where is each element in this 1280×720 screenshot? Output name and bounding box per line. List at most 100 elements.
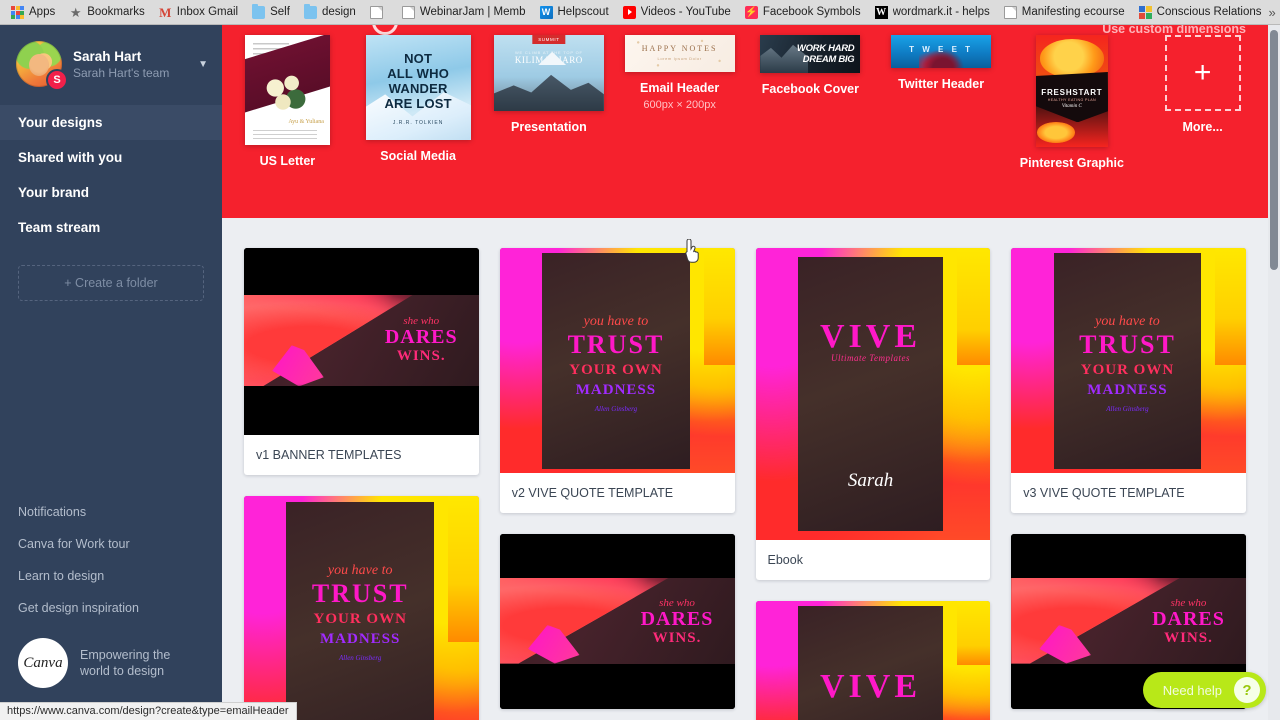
design-card-title: Ebook bbox=[767, 553, 803, 567]
sidebar-item-canva-for-work-tour[interactable]: Canva for Work tour bbox=[0, 528, 222, 560]
bookmark-videos-youtube[interactable]: Videos - YouTube bbox=[616, 2, 738, 23]
template-thumbnail: FRESHSTART HEALTHY EATING PLAN Vitamin C bbox=[1035, 35, 1108, 147]
art-yellow-bar bbox=[448, 496, 479, 642]
thumb-title: HAPPY NOTES bbox=[641, 44, 718, 53]
bookmark-design[interactable]: design bbox=[297, 2, 363, 23]
thumb-flower bbox=[260, 68, 312, 118]
designs-column-3: VIVE Ultimate Templates Sarah Ebook VIVE bbox=[755, 248, 991, 720]
user-team-name: Sarah Hart's team bbox=[73, 65, 170, 80]
thumb-slice bbox=[1037, 122, 1075, 143]
sidebar-nav: Your designs Shared with you Your brand … bbox=[0, 105, 222, 245]
bookmarks-overflow-button[interactable]: » bbox=[1269, 5, 1280, 20]
bookmark-apps[interactable]: Apps bbox=[4, 2, 62, 23]
sidebar-item-your-designs[interactable]: Your designs bbox=[0, 105, 222, 140]
canva-tagline-line2: world to design bbox=[80, 664, 165, 678]
design-thumbnail: she who DARES WINS. bbox=[499, 534, 735, 709]
bookmark-helpscout[interactable]: W Helpscout bbox=[533, 2, 616, 23]
page-scrollbar[interactable] bbox=[1268, 25, 1280, 720]
template-list: Ayu & Yuliana US Letter NOT ALL WHO WAND… bbox=[222, 35, 1268, 215]
template-label: US Letter bbox=[259, 154, 316, 168]
design-thumbnail: you have to TRUST YOUR OWN MADNESS Allen… bbox=[244, 496, 479, 720]
template-facebook-cover[interactable]: WORK HARD DREAM BIG Facebook Cover bbox=[745, 35, 876, 215]
thumb-title: Ayu & Yuliana bbox=[288, 119, 324, 125]
art-line2: TRUST bbox=[567, 329, 665, 359]
thumb-line1: WORK HARD bbox=[796, 43, 855, 54]
apps-grid-icon bbox=[11, 5, 24, 19]
template-social-media[interactable]: NOT ALL WHO WANDER ARE LOST J.R.R. TOLKI… bbox=[353, 35, 484, 215]
thumb-text: T W E E T bbox=[909, 45, 974, 54]
bookmark-label: design bbox=[321, 6, 356, 18]
canva-logo: Canva bbox=[18, 638, 68, 688]
folder-icon bbox=[303, 3, 317, 19]
sidebar-item-notifications[interactable]: Notifications bbox=[0, 496, 222, 528]
template-label: Social Media bbox=[380, 149, 456, 163]
template-twitter-header[interactable]: T W E E T Twitter Header bbox=[876, 35, 1007, 215]
art-line2: TRUST bbox=[311, 578, 409, 608]
need-help-label: Need help bbox=[1162, 682, 1222, 698]
template-pinterest-graphic[interactable]: FRESHSTART HEALTHY EATING PLAN Vitamin C… bbox=[1007, 35, 1138, 215]
bookmark-label: Bookmarks bbox=[87, 6, 145, 18]
youtube-icon bbox=[622, 5, 636, 19]
page-icon bbox=[369, 5, 383, 19]
design-card-ebook-partial-2[interactable]: VIVE bbox=[755, 601, 991, 720]
art-title: VIVE bbox=[820, 318, 922, 356]
bookmark-label: WebinarJam | Memb bbox=[419, 6, 526, 18]
art-line3: YOUR OWN bbox=[569, 361, 663, 378]
template-more[interactable]: + More... bbox=[1137, 35, 1268, 215]
bookmark-inbox-gmail[interactable]: M Inbox Gmail bbox=[152, 2, 245, 23]
design-card-quote-partial-1[interactable]: you have to TRUST YOUR OWN MADNESS Allen… bbox=[244, 496, 479, 720]
template-us-letter[interactable]: Ayu & Yuliana US Letter bbox=[222, 35, 353, 215]
scrollbar-thumb[interactable] bbox=[1270, 30, 1278, 270]
chevron-down-icon[interactable]: ▼ bbox=[194, 59, 208, 70]
user-meta: Sarah Hart Sarah Hart's team bbox=[73, 48, 183, 81]
thumb-mountain bbox=[493, 74, 604, 111]
template-thumbnail: WORK HARD DREAM BIG bbox=[760, 35, 861, 73]
bookmark-manifesting-ecourse[interactable]: Manifesting ecourse bbox=[997, 2, 1132, 23]
design-card-ebook[interactable]: VIVE Ultimate Templates Sarah Ebook bbox=[755, 248, 991, 580]
need-help-button[interactable]: Need help ? bbox=[1142, 672, 1266, 708]
avatar-badge: S bbox=[46, 69, 68, 91]
sidebar: S Sarah Hart Sarah Hart's team ▼ Your de… bbox=[0, 25, 222, 720]
template-label: Twitter Header bbox=[898, 77, 985, 91]
design-card-v2-vive-quote-template[interactable]: you have to TRUST YOUR OWN MADNESS Allen… bbox=[499, 248, 735, 513]
thumb-signature: Vitamin C bbox=[1061, 104, 1082, 110]
create-folder-button[interactable]: + Create a folder bbox=[18, 265, 204, 301]
sidebar-item-get-design-inspiration[interactable]: Get design inspiration bbox=[0, 592, 222, 624]
bookmark-self[interactable]: Self bbox=[245, 2, 297, 23]
design-card-v1-banner-templates[interactable]: she who DARES WINS. v1 BANNER TEMPLATES bbox=[244, 248, 479, 475]
template-email-header[interactable]: HAPPY NOTES Lorem Ipsum Dolor Email Head… bbox=[614, 35, 745, 215]
art-line2: TRUST bbox=[1079, 329, 1176, 359]
art-bar-top bbox=[1011, 534, 1246, 578]
designs-column-4: you have to TRUST YOUR OWN MADNESS Allen… bbox=[1011, 248, 1246, 709]
facebook-symbols-icon: ⚡ bbox=[744, 5, 758, 19]
design-card-v3-vive-quote-template[interactable]: you have to TRUST YOUR OWN MADNESS Allen… bbox=[1011, 248, 1246, 513]
bookmark-bookmarks[interactable]: ★ Bookmarks bbox=[62, 2, 152, 23]
thumb-subtitle: HEALTHY EATING PLAN bbox=[1047, 97, 1097, 102]
art-bar-top bbox=[244, 248, 479, 295]
bookmark-facebook-symbols[interactable]: ⚡ Facebook Symbols bbox=[738, 2, 868, 23]
template-label: Pinterest Graphic bbox=[1019, 156, 1124, 170]
sidebar-item-learn-to-design[interactable]: Learn to design bbox=[0, 560, 222, 592]
bookmark-webinarjam[interactable]: WebinarJam | Memb bbox=[395, 2, 533, 23]
art-line5: Allen Ginsberg bbox=[594, 404, 638, 413]
sidebar-item-shared-with-you[interactable]: Shared with you bbox=[0, 140, 222, 175]
art-text: she who DARES WINS. bbox=[385, 315, 458, 365]
sidebar-item-your-brand[interactable]: Your brand bbox=[0, 175, 222, 210]
bookmark-wordmark[interactable]: W wordmark.it - helps bbox=[868, 2, 997, 23]
thumb-author: J.R.R. TOLKIEN bbox=[392, 120, 444, 126]
art-bar-bottom bbox=[499, 663, 735, 709]
art-line3: YOUR OWN bbox=[1080, 361, 1175, 378]
template-thumbnail: HAPPY NOTES Lorem Ipsum Dolor bbox=[624, 35, 735, 72]
bookmark-untitled[interactable] bbox=[363, 2, 395, 23]
canva-app: S Sarah Hart Sarah Hart's team ▼ Your de… bbox=[0, 25, 1280, 720]
bookmark-conscious-relations[interactable]: Conscious Relations bbox=[1132, 2, 1269, 23]
template-presentation[interactable]: SUMMIT WE CLIMB AT THE TOP OF KILIMANJAR… bbox=[484, 35, 615, 215]
designs-column-1: she who DARES WINS. v1 BANNER TEMPLATES bbox=[244, 248, 479, 720]
art-yellow-bar bbox=[703, 248, 735, 365]
art-line3: WINS. bbox=[396, 348, 446, 365]
user-name: Sarah Hart bbox=[73, 48, 142, 64]
design-card-banner-partial-2[interactable]: she who DARES WINS. bbox=[499, 534, 735, 709]
more-templates-box[interactable]: + bbox=[1164, 35, 1241, 111]
user-account-switcher[interactable]: S Sarah Hart Sarah Hart's team ▼ bbox=[0, 25, 222, 103]
sidebar-item-team-stream[interactable]: Team stream bbox=[0, 210, 222, 245]
